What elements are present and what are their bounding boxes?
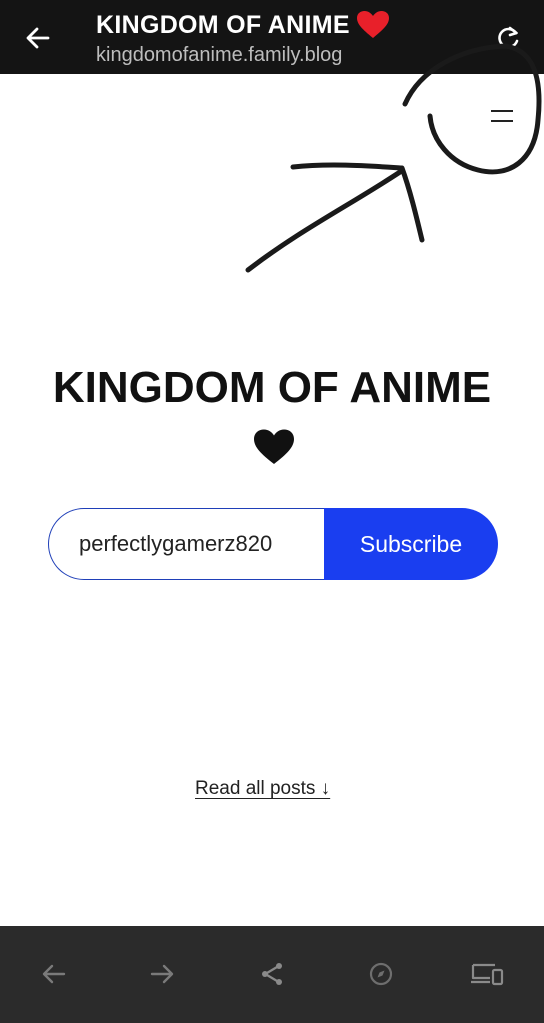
blog-title-text: KINGDOM OF ANIME — [52, 363, 492, 412]
nav-back-button[interactable] — [36, 956, 72, 992]
black-heart-icon — [254, 429, 294, 464]
devices-icon — [471, 963, 504, 986]
reload-icon — [498, 26, 519, 49]
hamburger-menu-icon-line — [491, 120, 513, 122]
nav-back-icon — [42, 964, 66, 984]
subscribe-button[interactable]: Subscribe — [324, 508, 498, 580]
read-all-posts-link[interactable]: Read all posts ↓ — [195, 778, 351, 800]
red-heart-icon — [356, 11, 389, 38]
nav-forward-icon — [150, 964, 174, 984]
share-icon — [262, 963, 282, 985]
hamburger-menu-icon — [491, 110, 513, 112]
browser-page-title: KINGDOM OF ANIME — [96, 11, 350, 39]
nav-forward-button[interactable] — [144, 956, 180, 992]
hamburger-menu-button[interactable] — [488, 106, 518, 128]
devices-button[interactable] — [470, 956, 506, 992]
back-button[interactable] — [18, 20, 58, 56]
share-button[interactable] — [254, 956, 290, 992]
subscribe-form: Subscribe — [48, 508, 498, 580]
explore-button[interactable] — [363, 956, 399, 992]
email-input[interactable] — [48, 508, 324, 580]
browser-top-bar: KINGDOM OF ANIME kingdomofanime.family.b… — [0, 0, 544, 74]
compass-icon — [369, 962, 393, 986]
arrow-left-icon — [26, 27, 50, 49]
browser-title-block: KINGDOM OF ANIME kingdomofanime.family.b… — [96, 8, 476, 67]
browser-url: kingdomofanime.family.blog — [96, 44, 343, 66]
browser-bottom-bar — [0, 926, 544, 1023]
blog-title: KINGDOM OF ANIME — [40, 358, 504, 478]
reload-button[interactable] — [490, 20, 526, 56]
